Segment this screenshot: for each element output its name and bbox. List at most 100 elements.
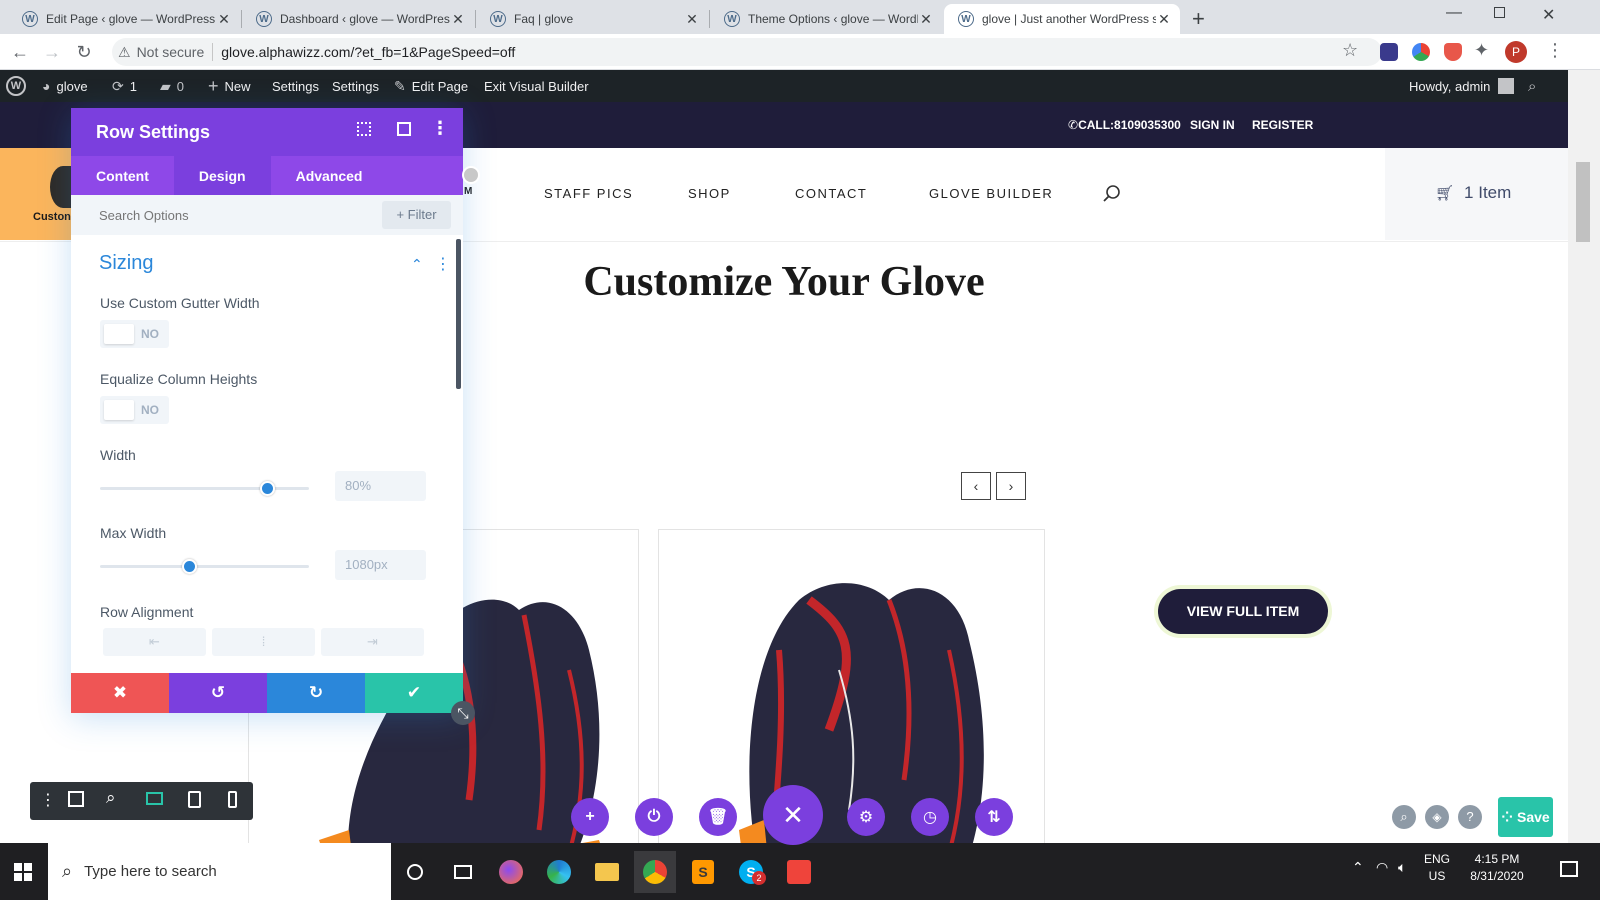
sublime-icon[interactable]: S [682, 851, 724, 893]
power-icon[interactable]: ⏻ [635, 798, 673, 836]
address-bar[interactable]: ⚠ Not secure glove.alphawizz.com/?et_fb=… [112, 38, 1382, 66]
site-name-link[interactable]: ◕ glove [42, 70, 88, 102]
forward-icon[interactable]: → [40, 40, 64, 64]
back-icon[interactable]: ← [8, 40, 32, 64]
wireframe-icon[interactable] [68, 791, 84, 807]
new-tab-icon[interactable]: + [1192, 6, 1205, 32]
close-window-icon[interactable]: ✕ [1542, 5, 1555, 25]
save-changes-button[interactable]: ✔ [365, 673, 463, 713]
language-indicator[interactable]: ENG US [1424, 851, 1450, 885]
save-button[interactable]: ⁘ Save [1498, 797, 1553, 837]
skype-icon[interactable]: S 2 [730, 851, 772, 893]
bookmark-star-icon[interactable]: ☆ [1342, 40, 1358, 61]
comments-link[interactable]: ▰ 0 [160, 70, 184, 102]
minimize-icon[interactable]: — [1446, 4, 1462, 22]
add-module-button[interactable]: + [571, 798, 609, 836]
close-tab-icon[interactable]: ✕ [216, 11, 232, 28]
volume-icon[interactable]: 🔈︎ [1398, 859, 1406, 876]
anydesk-icon[interactable] [778, 851, 820, 893]
align-center-button[interactable]: ⁞ [212, 628, 315, 656]
resize-handle-icon[interactable]: ⤡ [451, 701, 475, 725]
gear-icon[interactable]: ⚙ [847, 798, 885, 836]
drag-handle-icon[interactable] [462, 166, 480, 184]
slider-thumb[interactable] [259, 481, 275, 496]
max-width-value-input[interactable]: 1080px [335, 550, 426, 580]
profile-avatar[interactable]: P [1505, 41, 1527, 63]
nav-link-partial[interactable]: M [464, 186, 474, 197]
close-builder-button[interactable]: ✕ [763, 785, 823, 845]
my-account-link[interactable]: Howdy, admin [1409, 70, 1515, 102]
settings-link[interactable]: Settings [272, 70, 319, 102]
browser-tab[interactable]: W Theme Options ‹ glove — WordP ✕ [710, 4, 942, 34]
zoom-icon[interactable]: ⌕ [106, 788, 116, 808]
menu-icon[interactable]: ⋮ [1546, 40, 1564, 61]
notifications-icon[interactable] [1560, 861, 1578, 877]
tab-advanced[interactable]: Advanced [271, 156, 388, 195]
phone-link[interactable]: ✆CALL:8109035300 [1068, 118, 1181, 132]
taskbar-search-box[interactable]: ⌕ Type here to search [48, 843, 391, 900]
portability-icon[interactable]: ⇅ [975, 798, 1013, 836]
drag-menu-icon[interactable]: ⋮ [40, 790, 56, 810]
expand-icon[interactable] [357, 122, 371, 136]
sign-in-link[interactable]: SIGN IN [1190, 118, 1235, 132]
updates-link[interactable]: ⟳ 1 [112, 70, 137, 102]
extension-icon[interactable] [1412, 43, 1430, 61]
help-icon[interactable]: ? [1458, 805, 1482, 829]
split-view-icon[interactable] [397, 122, 411, 136]
max-width-slider[interactable] [100, 559, 309, 574]
close-tab-icon[interactable]: ✕ [684, 11, 700, 28]
task-view-icon[interactable] [442, 851, 484, 893]
search-icon[interactable]: ⌕ [1392, 805, 1416, 829]
wordpress-logo-icon[interactable]: W [6, 70, 26, 102]
page-scrollbar[interactable] [1568, 70, 1600, 843]
register-link[interactable]: REGISTER [1252, 118, 1313, 132]
width-value-input[interactable]: 80% [335, 471, 426, 501]
more-options-icon[interactable]: ⋮ [431, 118, 449, 139]
panel-scrollbar[interactable] [456, 239, 461, 389]
nav-link-glove-builder[interactable]: GLOVE BUILDER [929, 186, 1053, 201]
undo-button[interactable]: ↺ [169, 673, 267, 713]
settings-link[interactable]: Settings [332, 70, 379, 102]
edge-icon[interactable] [538, 851, 580, 893]
search-options-input[interactable] [91, 201, 371, 229]
equalize-heights-toggle[interactable]: NO [100, 396, 169, 424]
show-hidden-icons-icon[interactable]: ⌃ [1352, 859, 1364, 876]
redo-button[interactable]: ↻ [267, 673, 365, 713]
edit-page-link[interactable]: ✎ Edit Page [394, 70, 468, 102]
restore-icon[interactable] [1494, 7, 1505, 18]
view-full-item-button[interactable]: VIEW FULL ITEM [1158, 589, 1328, 634]
file-explorer-icon[interactable] [586, 851, 628, 893]
width-slider[interactable] [100, 481, 309, 496]
slider-next-arrow-icon[interactable]: › [996, 472, 1026, 500]
nav-link-staff-pics[interactable]: STAFF PICS [544, 186, 633, 201]
nav-link-contact[interactable]: CONTACT [795, 186, 867, 201]
trash-icon[interactable]: 🗑︎ [699, 798, 737, 836]
tab-content[interactable]: Content [71, 156, 174, 195]
align-left-button[interactable]: ⇤ [103, 628, 206, 656]
tablet-view-icon[interactable] [188, 791, 201, 808]
search-icon[interactable] [1102, 184, 1122, 204]
nav-link-shop[interactable]: SHOP [688, 186, 731, 201]
windows-start-icon[interactable] [2, 851, 44, 893]
firefox-icon[interactable] [490, 851, 532, 893]
shield-extension-icon[interactable] [1444, 43, 1462, 61]
collapse-chevron-icon[interactable]: ⌃ [411, 256, 423, 273]
section-title[interactable]: Sizing [99, 252, 153, 275]
gutter-width-toggle[interactable]: NO [100, 320, 169, 348]
slider-prev-arrow-icon[interactable]: ‹ [961, 472, 991, 500]
site-logo[interactable]: Custon [0, 148, 76, 240]
filter-button[interactable]: + Filter [382, 201, 451, 229]
extension-icon[interactable] [1380, 43, 1398, 61]
browser-tab-active[interactable]: W glove | Just another WordPress si ✕ [944, 4, 1180, 34]
reload-icon[interactable]: ↻ [72, 40, 96, 64]
history-icon[interactable]: ◷ [911, 798, 949, 836]
tab-design[interactable]: Design [173, 156, 271, 195]
chrome-icon[interactable] [634, 851, 676, 893]
align-right-button[interactable]: ⇥ [321, 628, 424, 656]
slider-thumb[interactable] [182, 559, 198, 574]
browser-tab[interactable]: W Faq | glove ✕ [476, 4, 708, 34]
layers-icon[interactable]: ◈ [1425, 805, 1449, 829]
close-tab-icon[interactable]: ✕ [918, 11, 934, 28]
browser-tab[interactable]: W Dashboard ‹ glove — WordPress ✕ [242, 4, 474, 34]
phone-view-icon[interactable] [228, 791, 237, 808]
